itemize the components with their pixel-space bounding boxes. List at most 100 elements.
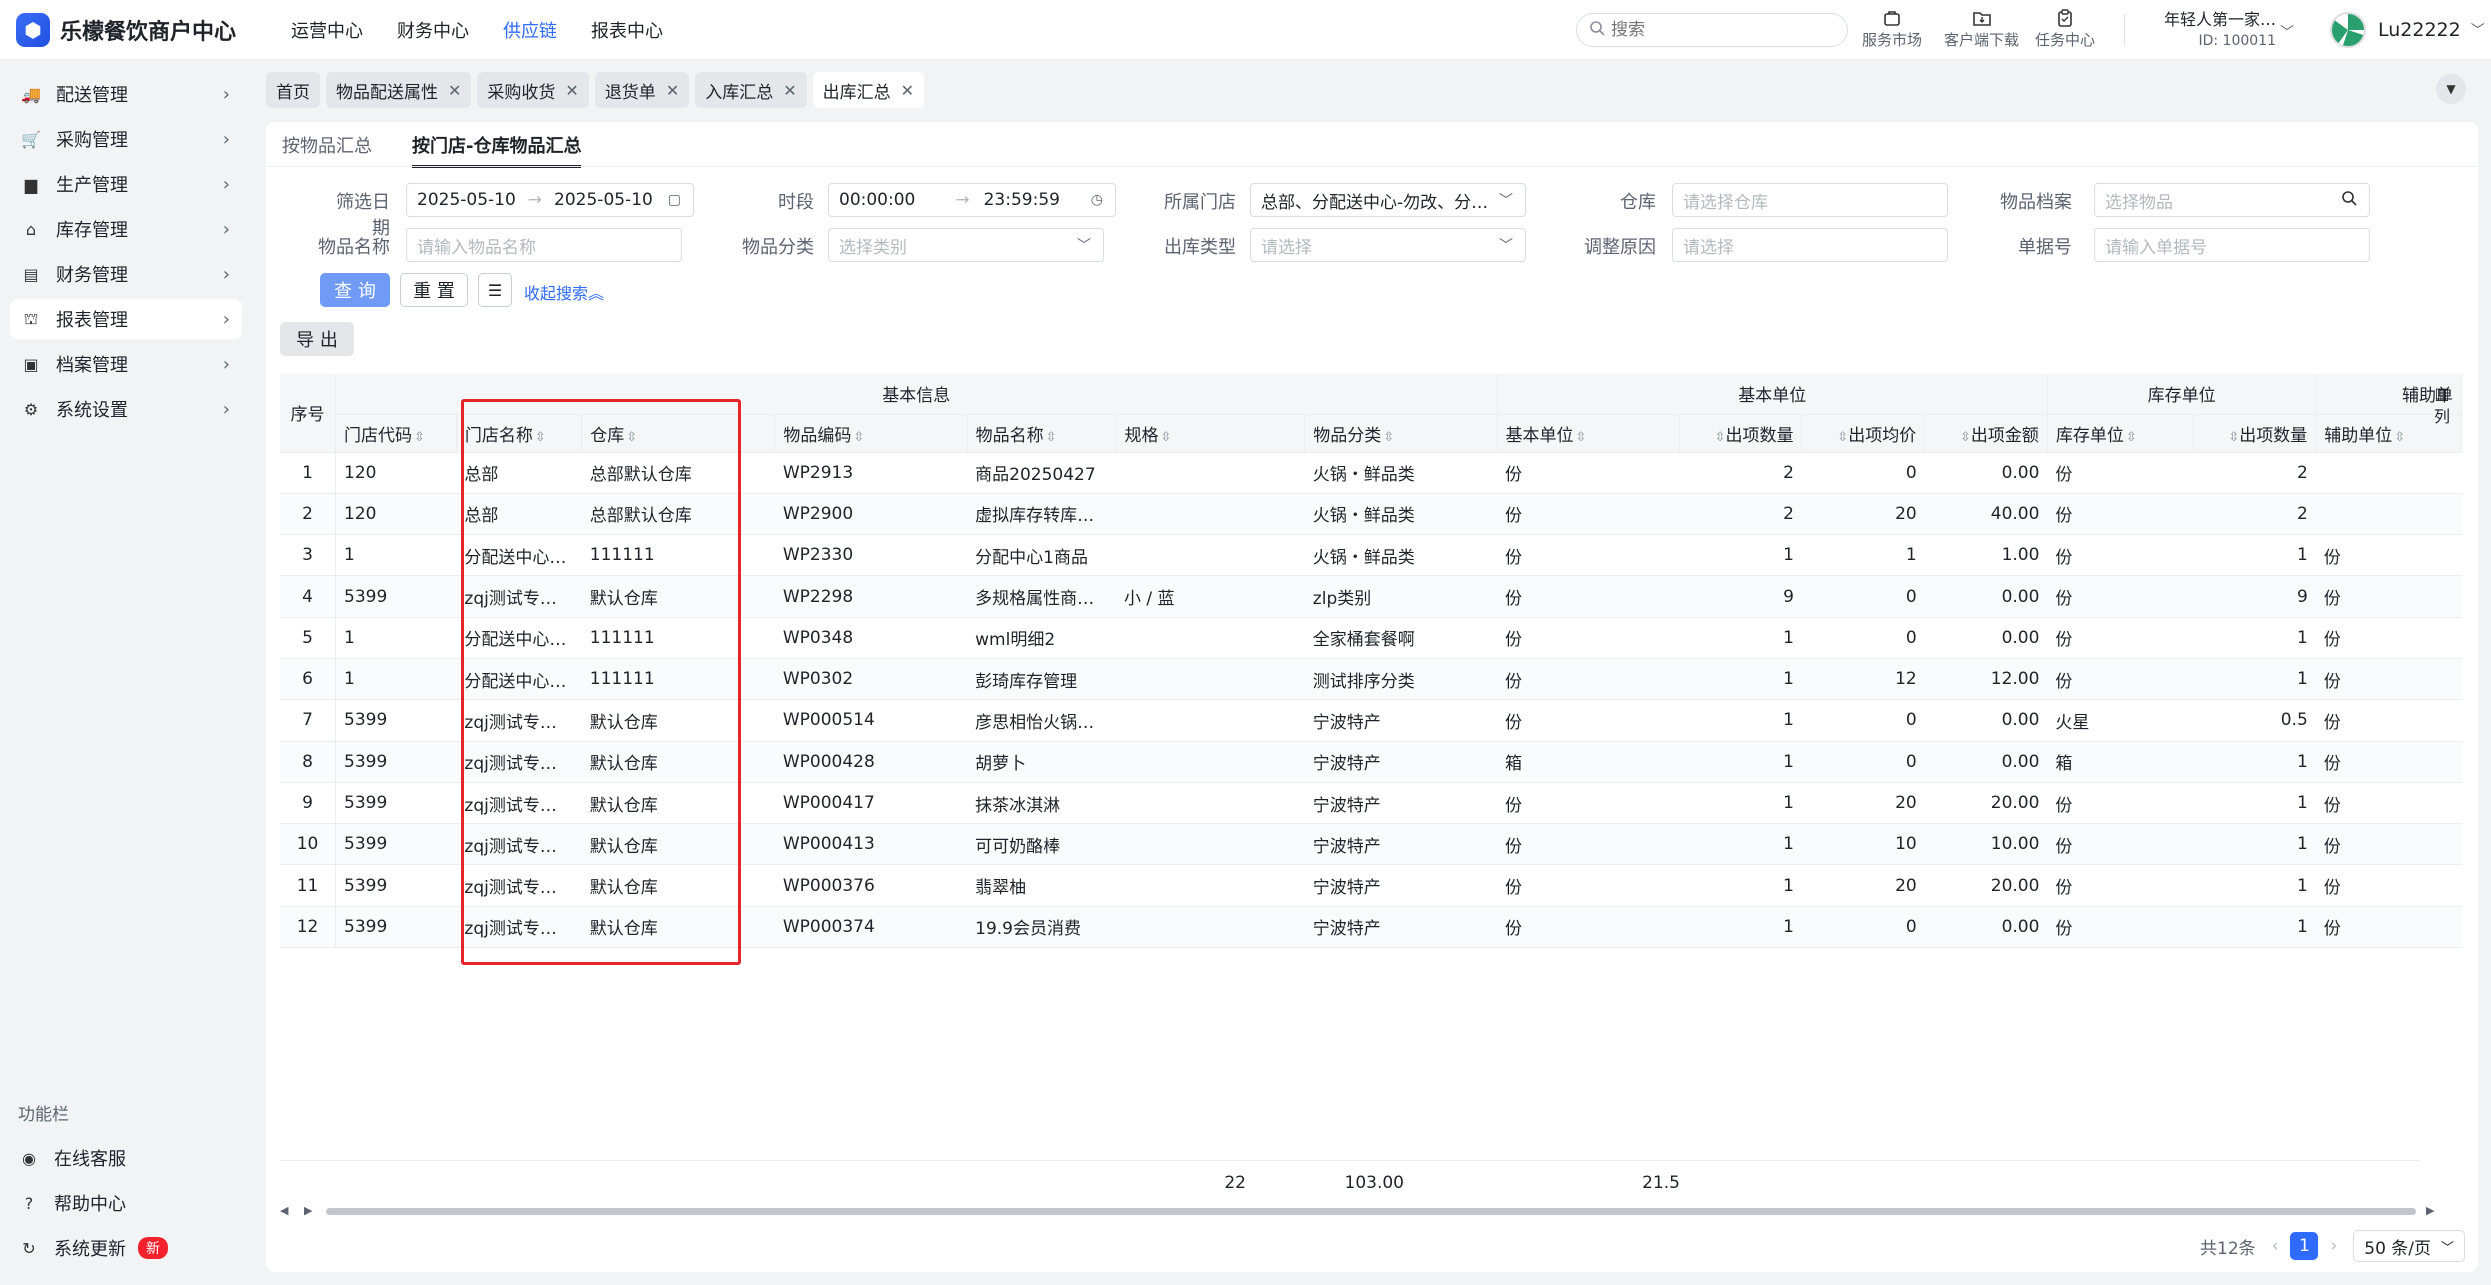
close-icon[interactable]: ✕ (901, 81, 914, 100)
table-row[interactable]: 10 5399 zqj测试专… 默认仓库 WP000413 可可奶酪棒 宁波特产份 1 10 10… (280, 823, 2462, 866)
filter-settings-icon[interactable]: ☰ (478, 273, 512, 307)
col-warehouse[interactable]: 仓库 ⇳ (581, 414, 776, 453)
col-item-code[interactable]: 物品编码 ⇳ (774, 414, 968, 453)
tabs-dropdown-chevron-icon[interactable]: ▼ (2436, 74, 2466, 104)
page-size-select[interactable]: 50 条/页 ﹀ (2353, 1230, 2466, 1262)
table-row[interactable]: 12 5399 zqj测试专… 默认仓库 WP000374 19.9会员消费 宁波特产份 1 0… (280, 906, 2462, 949)
function-system-update[interactable]: ↻ 系统更新新 (8, 1228, 240, 1268)
close-icon[interactable]: ✕ (666, 81, 679, 100)
col-spec[interactable]: 规格 ⇳ (1116, 414, 1306, 453)
subtab-by-item[interactable]: 按物品汇总 (282, 132, 372, 166)
sidebar-item-settings[interactable]: ⚙ 系统设置 › (10, 389, 242, 429)
col-store-name[interactable]: 门店名称 ⇳ (456, 414, 583, 453)
store-label: 所属门店 (1164, 192, 1236, 213)
prev-page-icon[interactable]: ‹ (2272, 1236, 2279, 1256)
table-row[interactable]: 2 120 总部 总部默认仓库 WP2900 虚拟库存转库… 火锅・鲜品类份 2 20 40.00… (280, 493, 2462, 536)
sidebar-item-delivery[interactable]: 🚚 配送管理 › (10, 74, 242, 114)
tab-home[interactable]: 首页 (266, 72, 320, 108)
col-stock-out-qty[interactable]: ⇳出项数量 (2193, 414, 2317, 453)
col-category[interactable]: 物品分类 ⇳ (1304, 414, 1498, 453)
table-row[interactable]: 1 120 总部 总部默认仓库 WP2913 商品20250427 火锅・鲜品类份 2 0 0.0… (280, 452, 2462, 494)
horizontal-scrollbar[interactable]: ◀ ▶ ▶ (280, 1204, 2448, 1218)
table-row[interactable]: 4 5399 zqj测试专… 默认仓库 WP2298 多规格属性商… 小 / 蓝 zlp类别份… (280, 575, 2462, 618)
close-icon[interactable]: ✕ (565, 81, 578, 100)
tab-item-delivery-attr[interactable]: 物品配送属性 ✕ (326, 72, 472, 108)
sort-icon: ⇳ (2394, 429, 2406, 445)
task-center-button[interactable]: 任务中心 (2035, 8, 2095, 50)
sidebar-item-archives[interactable]: ▣ 档案管理 › (10, 344, 242, 384)
out-type-select[interactable]: 请选择 ﹀ (1250, 228, 1526, 262)
table-cell: 0 (1801, 575, 1925, 618)
date-range-picker[interactable]: 2025-05-10 → 2025-05-10 ▢ (406, 183, 694, 217)
page-number-current[interactable]: 1 (2290, 1232, 2319, 1260)
function-help-center[interactable]: ? 帮助中心 (8, 1183, 240, 1223)
close-icon[interactable]: ✕ (448, 81, 461, 100)
app-logo[interactable]: ⬢ 乐檬餐饮商户中心 (16, 12, 256, 47)
sidebar-item-finance[interactable]: ▤ 财务管理 › (10, 254, 242, 294)
query-button[interactable]: 查 询 (320, 273, 390, 307)
col-out-amount[interactable]: ⇳出项金额 (1924, 414, 2048, 453)
chevron-down-icon[interactable]: ﹀ (2280, 22, 2294, 42)
function-online-service[interactable]: ◉ 在线客服 (8, 1138, 240, 1178)
table-cell: 份 (1497, 452, 1680, 494)
scroll-end-icon[interactable]: ▶ (2426, 1204, 2434, 1217)
tab-purchase-receipt[interactable]: 采购收货 ✕ (477, 72, 589, 108)
table-cell: 份 (1497, 658, 1680, 701)
sidebar-item-purchase[interactable]: 🛒 采购管理 › (10, 119, 242, 159)
next-page-icon[interactable]: › (2330, 1236, 2337, 1256)
store-select[interactable]: 总部、分配送中心-勿改、分… ﹀ (1250, 183, 1526, 217)
col-basic-unit[interactable]: 基本单位 ⇳ (1497, 414, 1680, 453)
search-icon[interactable] (2341, 190, 2357, 210)
item-file-picker[interactable]: 选择物品 (2094, 183, 2370, 217)
table-row[interactable]: 5 1 分配送中心… 111111 WP0348 wml明细2 全家桶套餐啊份 1 0 0.00 份… (280, 617, 2462, 659)
table-cell: 111111 (581, 617, 775, 659)
col-out-avg-price[interactable]: ⇳出项均价 (1801, 414, 1926, 453)
tab-return-order[interactable]: 退货单 ✕ (594, 72, 690, 108)
table-cell: 10 (280, 823, 337, 866)
search-input[interactable] (1611, 20, 1811, 40)
col-out-qty[interactable]: ⇳出项数量 (1679, 414, 1803, 453)
subtab-by-store-warehouse[interactable]: 按门店-仓库物品汇总 (412, 132, 582, 168)
doc-no-input[interactable]: 请输入单据号 (2094, 228, 2370, 262)
sidebar-item-production[interactable]: ▆ 生产管理 › (10, 164, 242, 204)
table-row[interactable]: 9 5399 zqj测试专… 默认仓库 WP000417 抹茶冰淇淋 宁波特产份 1 20 20.… (280, 782, 2462, 825)
sidebar-item-reports[interactable]: ⛫ 报表管理 › (10, 299, 242, 339)
category-select[interactable]: 选择类别 ﹀ (828, 228, 1104, 262)
item-name-input[interactable]: 请输入物品名称 (406, 228, 682, 262)
column-settings-button[interactable]: ▥ 列 (2430, 384, 2454, 427)
table-row[interactable]: 3 1 分配送中心… 111111 WP2330 分配中心1商品 火锅・鲜品类份 1 1 1.00… (280, 534, 2462, 577)
global-search[interactable] (1576, 13, 1848, 47)
close-icon[interactable]: ✕ (783, 81, 796, 100)
col-store-code[interactable]: 门店代码 ⇳ (335, 414, 457, 453)
col-stock-unit[interactable]: 库存单位 ⇳ (2047, 414, 2194, 453)
col-item-name[interactable]: 物品名称 ⇳ (967, 414, 1117, 453)
reset-button[interactable]: 重 置 (400, 273, 468, 307)
client-download-button[interactable]: 客户端下载 (1944, 8, 2019, 50)
warehouse-select[interactable]: 请选择仓库 (1672, 183, 1948, 217)
export-button[interactable]: 导 出 (280, 322, 354, 356)
table-cell: 份 (2047, 493, 2194, 536)
table-row[interactable]: 8 5399 zqj测试专… 默认仓库 WP000428 胡萝卜 宁波特产箱 1 0 0.00 箱 1… (280, 741, 2462, 783)
topnav-item-ops[interactable]: 运营中心 (291, 17, 363, 43)
scrollbar-thumb[interactable] (326, 1208, 2416, 1215)
table-cell: WP2298 (774, 575, 968, 618)
user-menu[interactable]: Lu22222 ﹀ (2330, 12, 2485, 48)
tab-outbound-summary[interactable]: 出库汇总 ✕ (812, 72, 925, 108)
topnav-item-supply-chain[interactable]: 供应链 (503, 17, 557, 43)
sidebar-item-inventory[interactable]: ⌂ 库存管理 › (10, 209, 242, 249)
topnav-item-reports[interactable]: 报表中心 (591, 17, 663, 43)
table-cell: 份 (2315, 534, 2462, 577)
time-range-picker[interactable]: 00:00:00 → 23:59:59 ◷ (828, 183, 1116, 217)
scroll-left-icon[interactable]: ◀ (280, 1204, 288, 1217)
table-cell: 0.00 (1924, 699, 2048, 742)
scroll-right-icon[interactable]: ▶ (304, 1204, 312, 1217)
service-market-button[interactable]: 服务市场 (1862, 8, 1922, 50)
table-row[interactable]: 7 5399 zqj测试专… 默认仓库 WP000514 彦思相怡火锅… 宁波特产份 1 0 0.… (280, 699, 2462, 742)
tab-inbound-summary[interactable]: 入库汇总 ✕ (695, 72, 807, 108)
reason-select[interactable]: 请选择 (1672, 228, 1948, 262)
table-row[interactable]: 11 5399 zqj测试专… 默认仓库 WP000376 翡翠柚 宁波特产份 1 20 20.0… (280, 864, 2462, 907)
table-row[interactable]: 6 1 分配送中心… 111111 WP0302 彭琦库存管理 测试排序分类份 1 12 12.0… (280, 658, 2462, 701)
merchant-switcher[interactable]: 年轻人第一家… ID: 100011 (2144, 6, 2276, 49)
collapse-search-link[interactable]: 收起搜索︽ (524, 280, 604, 304)
topnav-item-finance[interactable]: 财务中心 (397, 17, 469, 43)
